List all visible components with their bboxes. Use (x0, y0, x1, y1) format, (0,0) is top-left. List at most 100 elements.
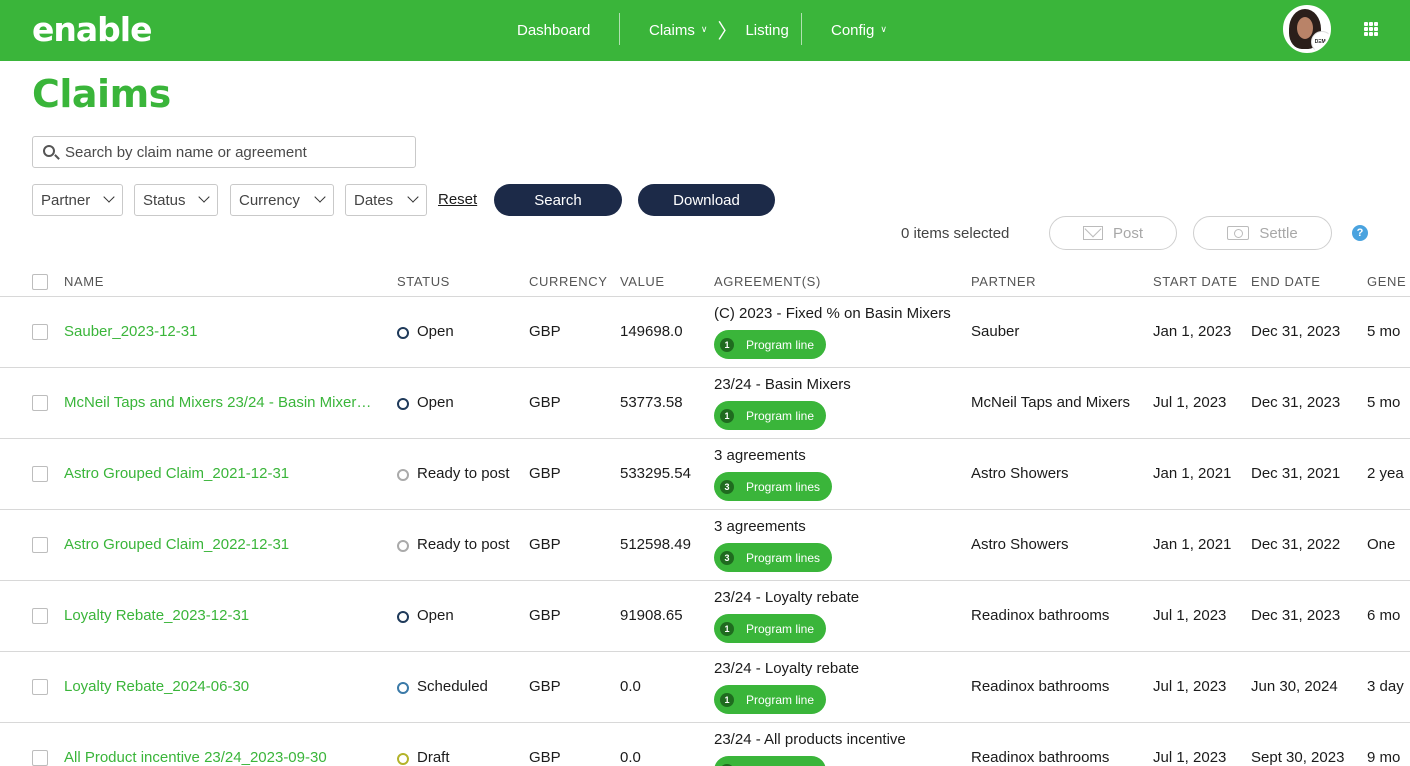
program-lines-badge[interactable]: 1Program line (714, 330, 827, 359)
claim-status: Open (417, 607, 454, 624)
table-row[interactable]: Loyalty Rebate_2023-12-31 Open GBP 91908.65… (0, 581, 1410, 652)
nav-config-label: Config (831, 22, 875, 39)
program-lines-label: Program lines (746, 550, 821, 565)
download-button[interactable]: Download (638, 184, 775, 216)
row-checkbox[interactable] (32, 324, 48, 340)
program-lines-label: Program line (746, 621, 815, 636)
row-checkbox[interactable] (32, 679, 48, 695)
column-header-partner[interactable]: PARTNER (971, 274, 1036, 289)
nav-config[interactable]: Config ∨ (831, 0, 887, 61)
program-lines-count: 1 (720, 408, 734, 423)
claim-agreement: 3 agreements (714, 447, 806, 464)
column-header-end-date[interactable]: END DATE (1251, 274, 1321, 289)
claim-end-date: Dec 31, 2023 (1251, 607, 1341, 624)
claim-name-link[interactable]: All Product incentive 23/24_2023-09-30 (64, 749, 382, 766)
claim-start-date: Jul 1, 2023 (1153, 394, 1227, 411)
claim-name-link[interactable]: Sauber_2023-12-31 (64, 323, 382, 340)
column-header-value[interactable]: VALUE (620, 274, 665, 289)
post-button-label: Post (1112, 224, 1143, 242)
claim-partner: Astro Showers (971, 465, 1069, 482)
claim-generated: 6 mo (1367, 607, 1401, 624)
claim-currency: GBP (529, 749, 561, 766)
table-row[interactable]: Loyalty Rebate_2024-06-30 Scheduled GBP 0.0… (0, 652, 1410, 723)
user-avatar[interactable]: DΞMA (1283, 5, 1331, 53)
claim-start-date: Jan 1, 2021 (1153, 465, 1232, 482)
column-header-start-date[interactable]: START DATE (1153, 274, 1238, 289)
claim-agreement: (C) 2023 - Fixed % on Basin Mixers (714, 305, 951, 322)
claim-generated: 2 yea (1367, 465, 1404, 482)
column-header-agreements[interactable]: AGREEMENT(S) (714, 274, 821, 289)
status-indicator-icon (397, 469, 409, 481)
reset-link[interactable]: Reset (438, 191, 477, 208)
status-indicator-icon (397, 611, 409, 623)
claim-partner: Astro Showers (971, 536, 1069, 553)
row-checkbox[interactable] (32, 537, 48, 553)
nav-claims[interactable]: Claims (649, 22, 695, 39)
program-lines-label: Program line (746, 408, 815, 423)
currency-filter[interactable]: Currency (230, 184, 334, 216)
help-icon[interactable]: ? (1352, 225, 1368, 241)
chevron-down-icon: ∨ (880, 24, 887, 34)
chevron-down-icon[interactable]: ∨ (701, 24, 708, 35)
table-row[interactable]: Sauber_2023-12-31 Open GBP 149698.0 (C) 2023… (0, 297, 1410, 368)
search-input[interactable] (65, 137, 405, 167)
program-lines-badge[interactable]: 1Program line (714, 685, 827, 714)
settle-button[interactable]: Settle (1193, 216, 1332, 250)
select-all-checkbox[interactable] (32, 274, 48, 290)
post-button[interactable]: Post (1049, 216, 1177, 250)
currency-filter-label: Currency (239, 191, 300, 209)
chevron-down-icon (198, 191, 210, 203)
table-row[interactable]: Astro Grouped Claim_2021-12-31 Ready to p… (0, 439, 1410, 510)
claim-end-date: Dec 31, 2023 (1251, 323, 1341, 340)
column-header-name[interactable]: NAME (64, 274, 104, 289)
dates-filter[interactable]: Dates (345, 184, 427, 216)
claim-currency: GBP (529, 465, 561, 482)
program-lines-badge[interactable]: 1 Program line (714, 401, 827, 430)
claim-name-link[interactable]: Astro Grouped Claim_2021-12-31 (64, 465, 382, 482)
program-lines-label: Program line (746, 692, 815, 707)
column-header-status[interactable]: STATUS (397, 274, 450, 289)
nav-divider (801, 13, 802, 45)
chevron-down-icon (103, 191, 115, 203)
status-indicator-icon (397, 753, 409, 765)
claim-name-link[interactable]: Loyalty Rebate_2023-12-31 (64, 607, 382, 624)
search-button[interactable]: Search (494, 184, 622, 216)
row-checkbox[interactable] (32, 395, 48, 411)
column-header-currency[interactable]: CURRENCY (529, 274, 607, 289)
claim-name-link[interactable]: Loyalty Rebate_2024-06-30 (64, 678, 382, 695)
table-row[interactable]: McNeil Taps and Mixers 23/24 - Basin Mix… (0, 368, 1410, 439)
claim-generated: 5 mo (1367, 323, 1401, 340)
settle-button-label: Settle (1259, 224, 1298, 242)
claim-partner: Sauber (971, 323, 1020, 340)
app-grid-icon[interactable] (1364, 22, 1378, 36)
page-title: Claims (32, 72, 171, 116)
program-lines-badge[interactable]: 3 Program lines (714, 543, 833, 572)
enable-logo[interactable]: enable (32, 10, 152, 49)
row-checkbox[interactable] (32, 466, 48, 482)
claim-value: 149698.0 (620, 323, 683, 340)
column-header-generated[interactable]: GENE (1367, 274, 1406, 289)
claim-generated: 9 mo (1367, 749, 1401, 766)
claim-name-link[interactable]: Astro Grouped Claim_2022-12-31 (64, 536, 382, 553)
chevron-down-icon (407, 191, 419, 203)
status-filter[interactable]: Status (134, 184, 218, 216)
claim-status: Ready to post (417, 465, 510, 482)
claim-agreement: 23/24 - Basin Mixers (714, 376, 851, 393)
program-lines-badge[interactable]: 1Program line (714, 614, 827, 643)
table-row[interactable]: All Product incentive 23/24_2023-09-30 Dr… (0, 723, 1410, 766)
partner-filter[interactable]: Partner (32, 184, 123, 216)
claim-status: Draft (417, 749, 450, 766)
status-indicator-icon (397, 398, 409, 410)
table-row[interactable]: Astro Grouped Claim_2022-12-31 Ready to p… (0, 510, 1410, 581)
row-checkbox[interactable] (32, 750, 48, 766)
program-lines-badge[interactable]: 1Program line (714, 756, 827, 766)
nav-dashboard[interactable]: Dashboard (517, 0, 590, 61)
row-checkbox[interactable] (32, 608, 48, 624)
top-navigation-bar: enable Dashboard Claims ∨ 〉 Listing Conf… (0, 0, 1410, 61)
claim-value: 91908.65 (620, 607, 683, 624)
claim-name-link[interactable]: McNeil Taps and Mixers 23/24 - Basin Mix… (64, 394, 382, 411)
claim-currency: GBP (529, 607, 561, 624)
nav-listing[interactable]: Listing (745, 22, 788, 39)
program-lines-badge[interactable]: 3 Program lines (714, 472, 833, 501)
claim-value: 0.0 (620, 749, 641, 766)
